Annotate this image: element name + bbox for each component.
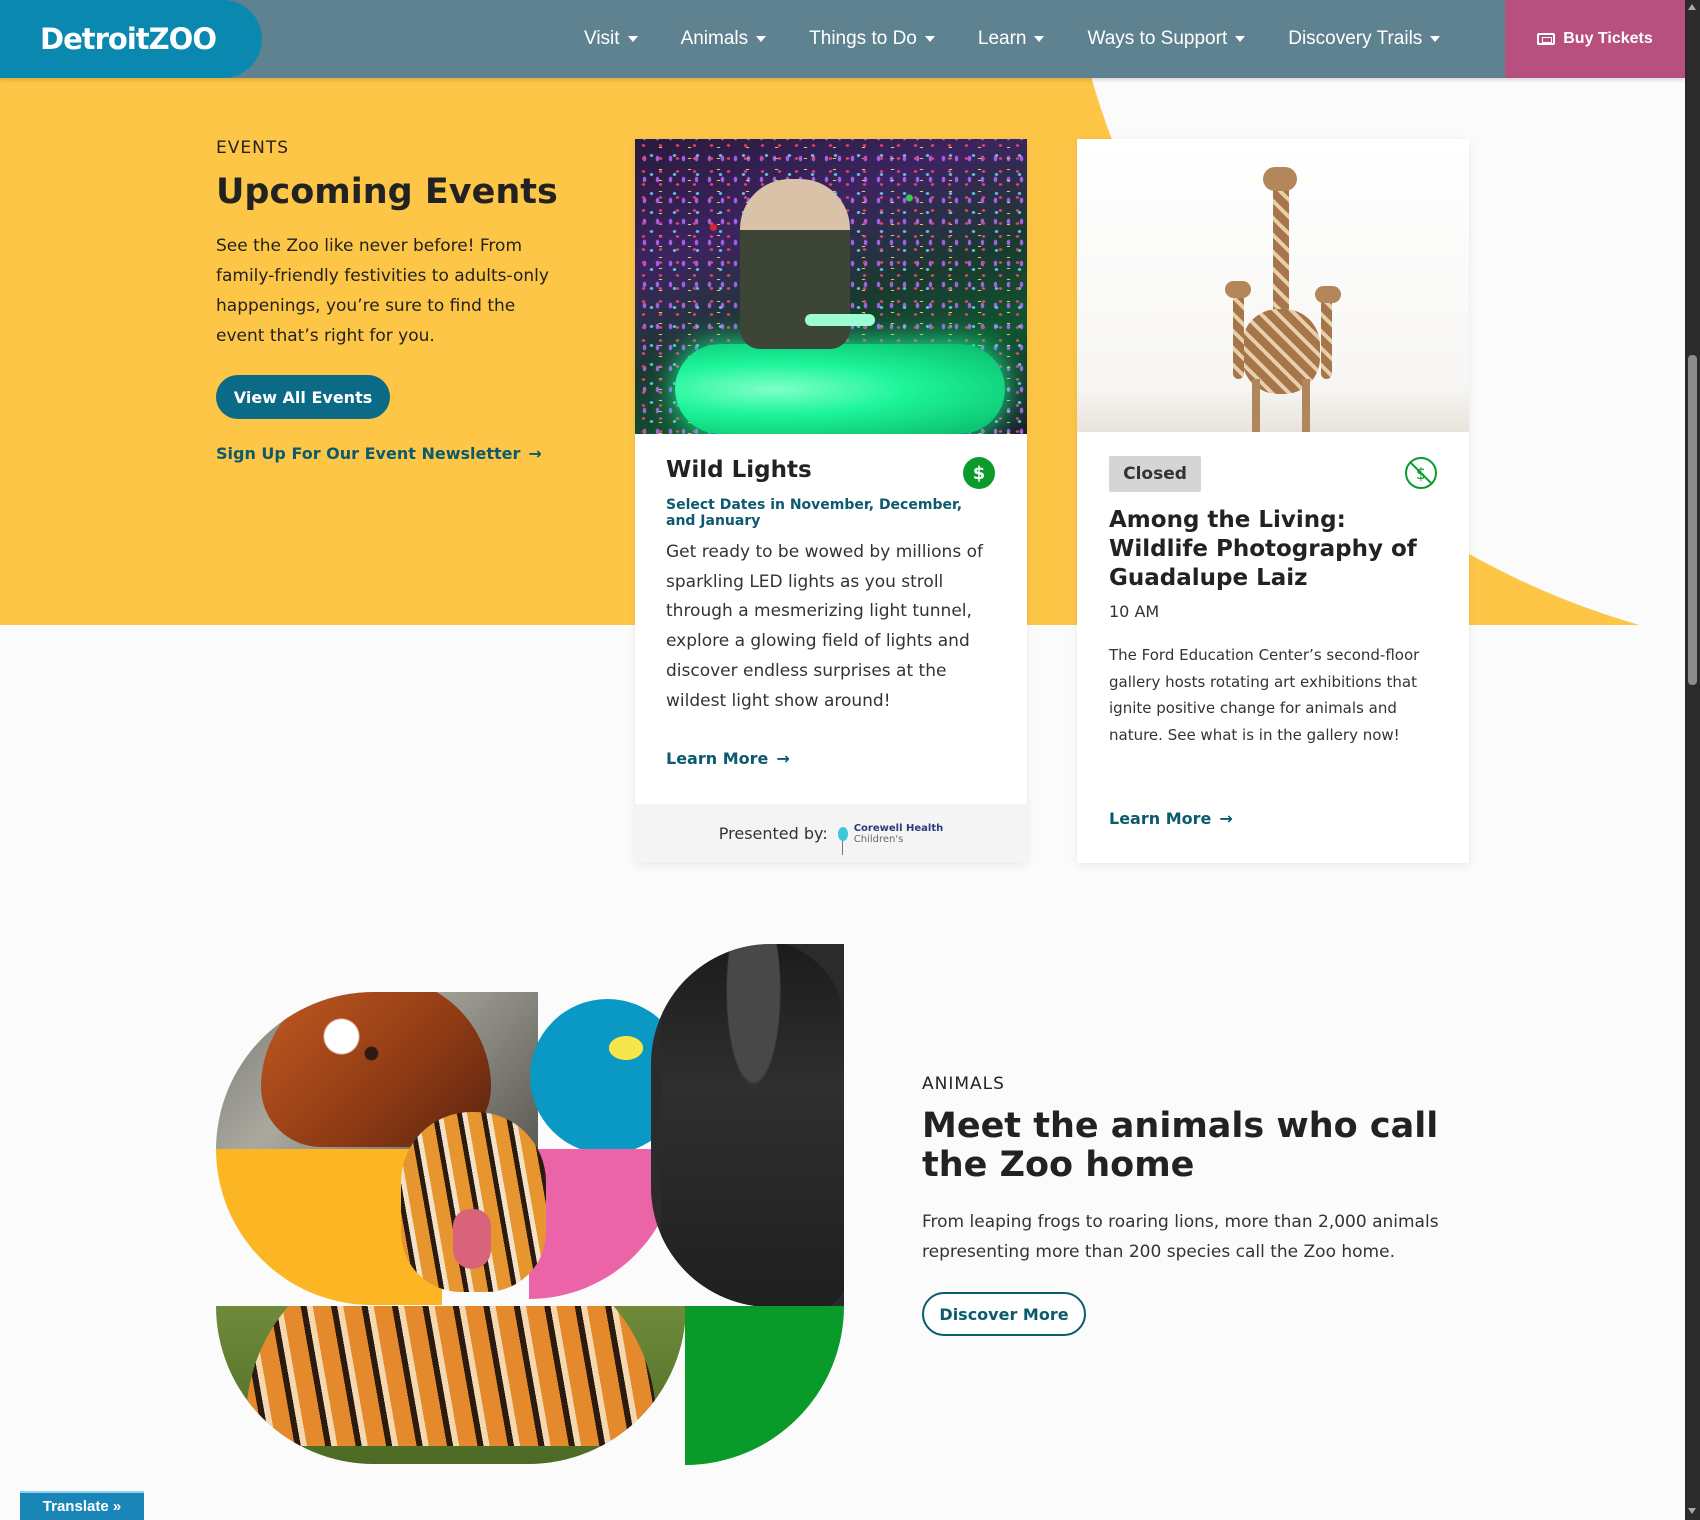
scroll-thumb[interactable] [1688, 355, 1697, 685]
main-nav: Visit Animals Things to Do Learn Ways to… [584, 0, 1483, 78]
logo: DetroitZOO [40, 22, 217, 56]
page-scrollbar[interactable] [1685, 0, 1700, 1520]
giraffe-head [1225, 281, 1251, 298]
event-time: 10 AM [1109, 602, 1160, 621]
card-title: Wild Lights [666, 457, 812, 483]
giraffe-neck [1321, 294, 1332, 379]
green-shape [685, 1306, 844, 1465]
tiger-body [246, 1306, 656, 1446]
nav-visit[interactable]: Visit [584, 28, 638, 50]
card-description: The Ford Education Center’s second-floor… [1109, 646, 1420, 744]
gorilla [661, 944, 844, 1307]
dollar-icon: $ [963, 457, 995, 489]
ride-handle [805, 314, 875, 326]
sponsor-footer: Presented by: Corewell Health Children's [635, 804, 1027, 863]
light-tunnel [675, 344, 1005, 434]
view-all-events-button[interactable]: View All Events [216, 375, 390, 419]
event-card-among-the-living[interactable]: Closed $ Among the Living: Wildlife Phot… [1077, 139, 1469, 863]
event-card-wild-lights[interactable]: Wild Lights $ Select Dates in November, … [635, 139, 1027, 863]
learn-more-label: Learn More [666, 749, 769, 768]
events-title: Upcoming Events [216, 172, 558, 212]
sponsor-subname: Children's [853, 833, 904, 845]
caret-down-icon [1034, 36, 1045, 42]
card-dates: Select Dates in November, December, and … [666, 497, 963, 529]
learn-more-link[interactable]: Learn More → [666, 749, 996, 768]
nav-things-to-do[interactable]: Things to Do [809, 28, 935, 50]
nav-label: Things to Do [809, 28, 917, 49]
scroll-down-arrow-icon[interactable] [1688, 1508, 1696, 1514]
nav-animals[interactable]: Animals [681, 28, 767, 50]
giraffe-neck [1233, 289, 1244, 379]
sponsor-logo[interactable]: Corewell Health Children's [837, 822, 944, 855]
caret-down-icon [924, 36, 935, 42]
sponsor-name: Corewell Health [853, 822, 944, 834]
caret-down-icon [627, 36, 638, 42]
card-title: Among the Living: Wildlife Photography o… [1109, 507, 1417, 591]
arrow-right-icon: → [528, 444, 542, 463]
giraffe-leg [1252, 379, 1260, 432]
translate-button[interactable]: Translate » [20, 1491, 144, 1520]
nav-label: Animals [680, 28, 749, 49]
price-badge-label: $ [972, 462, 986, 484]
nav-label: Learn [977, 28, 1027, 49]
scroll-up-arrow-icon[interactable] [1688, 4, 1696, 10]
discover-more-button[interactable]: Discover More [922, 1292, 1086, 1336]
nav-learn[interactable]: Learn [978, 28, 1045, 50]
event-newsletter-link[interactable]: Sign Up For Our Event Newsletter → [216, 444, 542, 463]
buy-tickets-label: Buy Tickets [1563, 30, 1653, 47]
giraffe-leg [1302, 379, 1310, 432]
giraffe-head [1315, 286, 1341, 303]
nav-label: Ways to Support [1087, 28, 1228, 49]
arrow-right-icon: → [776, 749, 790, 768]
animals-collage [216, 944, 844, 1465]
tiger-mouth [453, 1209, 491, 1269]
buy-tickets-button[interactable]: Buy Tickets [1505, 0, 1685, 78]
newsletter-link-label: Sign Up For Our Event Newsletter [216, 444, 521, 463]
caret-down-icon [1235, 36, 1246, 42]
presented-by-label: Presented by: [718, 824, 828, 843]
caret-down-icon [1430, 36, 1441, 42]
learn-more-link[interactable]: Learn More → [1109, 809, 1438, 828]
nav-discovery-trails[interactable]: Discovery Trails [1288, 28, 1441, 50]
animals-description: From leaping frogs to roaring lions, mor… [922, 1212, 1439, 1262]
learn-more-label: Learn More [1109, 809, 1212, 828]
animals-title: Meet the animals who call the Zoo home [922, 1106, 1439, 1185]
gorilla-image [651, 944, 844, 1307]
nav-ways-to-support[interactable]: Ways to Support [1087, 28, 1246, 50]
site-header: DetroitZOO Visit Animals Things to Do Le… [0, 0, 1685, 78]
events-description: See the Zoo like never before! From fami… [216, 236, 549, 346]
tiger-image [216, 1306, 686, 1464]
wild-lights-photo [635, 139, 1027, 434]
price-badge-label: $ [1415, 463, 1427, 483]
animals-eyebrow: ANIMALS [922, 1074, 1005, 1094]
giraffes-photo [1077, 139, 1469, 432]
ticket-icon [1537, 33, 1556, 45]
events-eyebrow: EVENTS [216, 138, 290, 158]
caret-down-icon [756, 36, 767, 42]
giraffe-head [1263, 167, 1297, 191]
balloon-icon [837, 826, 848, 855]
logo-link[interactable]: DetroitZOO [0, 0, 262, 78]
nav-label: Discovery Trails [1288, 28, 1423, 49]
flower [606, 1034, 646, 1062]
card-description: Get ready to be wowed by millions of spa… [666, 542, 983, 711]
status-badge: Closed [1109, 456, 1201, 492]
arrow-right-icon: → [1219, 809, 1233, 828]
nav-label: Visit [584, 28, 620, 49]
no-cost-icon: $ [1405, 457, 1437, 489]
